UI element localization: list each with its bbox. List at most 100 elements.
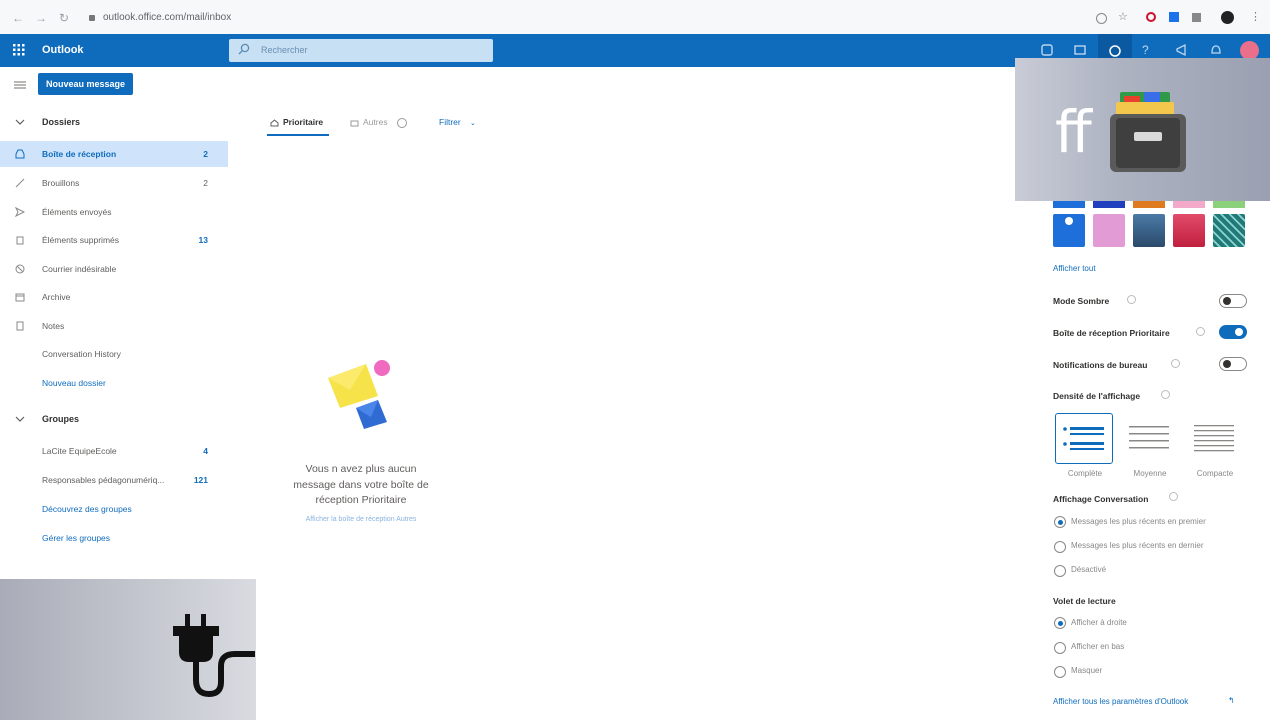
folder-item-archive[interactable]: Archive <box>0 284 228 310</box>
lock-icon <box>89 15 95 21</box>
folder-item-inbox[interactable]: Boîte de réception 2 <box>0 141 228 167</box>
megaphone-icon[interactable] <box>1175 43 1191 57</box>
info-icon[interactable] <box>1127 295 1136 304</box>
info-icon[interactable] <box>1169 492 1178 501</box>
folder-item-junk[interactable]: Courrier indésirable <box>0 256 228 282</box>
theme-swatch[interactable] <box>1173 214 1205 247</box>
conversation-radio[interactable] <box>1054 516 1066 528</box>
groups-heading[interactable]: Groupes <box>42 414 79 424</box>
reading-pane-heading: Volet de lecture <box>1053 596 1116 606</box>
open-settings-icon[interactable]: ↰ <box>1228 696 1235 705</box>
folder-item-sent[interactable]: Éléments envoyés <box>0 199 228 225</box>
extension-3-icon[interactable] <box>1192 13 1201 22</box>
junk-icon <box>15 264 25 274</box>
manage-groups-link[interactable]: Gérer les groupes <box>42 533 110 543</box>
group-item[interactable]: LaCite EquipeEcole 4 <box>0 438 228 464</box>
trash-icon <box>15 235 25 245</box>
chevron-down-icon[interactable] <box>15 414 25 424</box>
plug-icon <box>173 614 255 698</box>
folder-item-notes[interactable]: Notes <box>0 313 228 339</box>
theme-swatch[interactable] <box>1213 201 1245 208</box>
group-item[interactable]: Responsables pédagonumériq... 121 <box>0 467 228 493</box>
toggle-knob <box>1235 328 1243 336</box>
reload-icon[interactable]: ↻ <box>59 11 69 25</box>
filter-button[interactable]: Filtrer <box>439 117 461 127</box>
empty-inbox-illustration <box>326 356 396 431</box>
send-icon <box>15 207 25 217</box>
search-placeholder: Rechercher <box>261 45 308 55</box>
dark-mode-label: Mode Sombre <box>1053 296 1110 306</box>
back-icon[interactable]: ← <box>12 11 24 25</box>
reading-pane-radio[interactable] <box>1054 617 1066 629</box>
info-icon[interactable] <box>1196 327 1205 336</box>
folder-label: Brouillons <box>42 178 80 188</box>
theme-swatch[interactable] <box>1093 214 1125 247</box>
chevron-down-icon[interactable]: ⌄ <box>470 119 476 127</box>
chevron-down-icon[interactable] <box>15 117 25 127</box>
tab-focused[interactable]: Prioritaire <box>283 117 323 127</box>
notes-icon <box>15 321 25 331</box>
folder-item-conversation-history[interactable]: Conversation History <box>0 341 228 367</box>
conversation-option-label: Messages les plus récents en dernier <box>1071 541 1204 550</box>
bookmark-star-icon[interactable]: ☆ <box>1118 10 1128 23</box>
profile-avatar[interactable] <box>1221 11 1234 24</box>
folder-count: 13 <box>198 235 208 245</box>
theme-swatch[interactable] <box>1093 201 1125 208</box>
todo-icon[interactable] <box>1073 43 1089 57</box>
reading-pane-radio[interactable] <box>1054 666 1066 678</box>
bell-icon[interactable] <box>1209 43 1225 57</box>
forward-icon[interactable]: → <box>35 11 47 25</box>
theme-swatch[interactable] <box>1173 201 1205 208</box>
ff-logo-text: ff <box>1055 98 1092 166</box>
theme-swatch-selected[interactable] <box>1053 214 1085 247</box>
conversation-radio[interactable] <box>1054 541 1066 553</box>
focused-tab-icon <box>270 119 279 128</box>
teams-icon[interactable] <box>1040 43 1056 57</box>
discover-groups-link[interactable]: Découvrez des groupes <box>42 504 132 514</box>
focused-inbox-toggle[interactable] <box>1219 325 1247 339</box>
new-folder-link[interactable]: Nouveau dossier <box>42 378 106 388</box>
folder-label: Éléments envoyés <box>42 207 112 217</box>
desktop-notifications-toggle[interactable] <box>1219 357 1247 371</box>
extension-icon[interactable] <box>1096 13 1107 24</box>
dark-mode-toggle[interactable] <box>1219 294 1247 308</box>
folder-item-drafts[interactable]: Brouillons 2 <box>0 170 228 196</box>
file-cabinet-icon <box>1110 88 1186 172</box>
show-other-inbox-link[interactable]: Afficher la boîte de réception Autres <box>288 516 434 523</box>
hamburger-icon[interactable] <box>14 80 26 90</box>
density-label: Complète <box>1067 469 1103 478</box>
density-option-compact[interactable] <box>1186 413 1244 464</box>
info-icon[interactable] <box>1171 359 1180 368</box>
theme-swatch[interactable] <box>1053 201 1085 208</box>
conversation-heading: Affichage Conversation <box>1053 494 1149 504</box>
reading-pane-radio[interactable] <box>1054 642 1066 654</box>
help-icon[interactable]: ? <box>1142 43 1158 57</box>
opera-icon[interactable] <box>1146 12 1156 22</box>
folders-heading[interactable]: Dossiers <box>42 117 80 127</box>
folder-label: Notes <box>42 321 65 331</box>
conversation-radio[interactable] <box>1054 565 1066 577</box>
density-option-full[interactable] <box>1055 413 1113 464</box>
address-bar[interactable]: outlook.office.com/mail/inbox <box>103 12 231 23</box>
density-option-medium[interactable] <box>1121 413 1179 464</box>
all-settings-link[interactable]: Afficher tous les paramètres d'Outlook <box>1053 697 1188 706</box>
tab-other[interactable]: Autres <box>363 117 388 127</box>
folder-label: Archive <box>42 292 71 302</box>
group-label: LaCite EquipeEcole <box>42 446 117 456</box>
extension-2-icon[interactable] <box>1169 12 1179 22</box>
app-title[interactable]: Outlook <box>42 44 84 56</box>
archive-icon <box>15 292 25 302</box>
folder-item-deleted[interactable]: Éléments supprimés 13 <box>0 227 228 253</box>
info-icon[interactable] <box>397 118 407 128</box>
inbox-icon <box>15 149 25 159</box>
reading-pane-option-label: Afficher à droite <box>1071 618 1127 627</box>
new-message-button[interactable]: Nouveau message <box>38 73 133 95</box>
theme-swatch[interactable] <box>1213 214 1245 247</box>
app-launcher-icon[interactable] <box>13 44 25 56</box>
browser-menu-icon[interactable]: ⋮ <box>1250 10 1261 23</box>
theme-swatch[interactable] <box>1133 214 1165 247</box>
toggle-knob <box>1223 297 1231 305</box>
show-all-themes-link[interactable]: Afficher tout <box>1053 264 1096 273</box>
theme-swatch[interactable] <box>1133 201 1165 208</box>
info-icon[interactable] <box>1161 390 1170 399</box>
